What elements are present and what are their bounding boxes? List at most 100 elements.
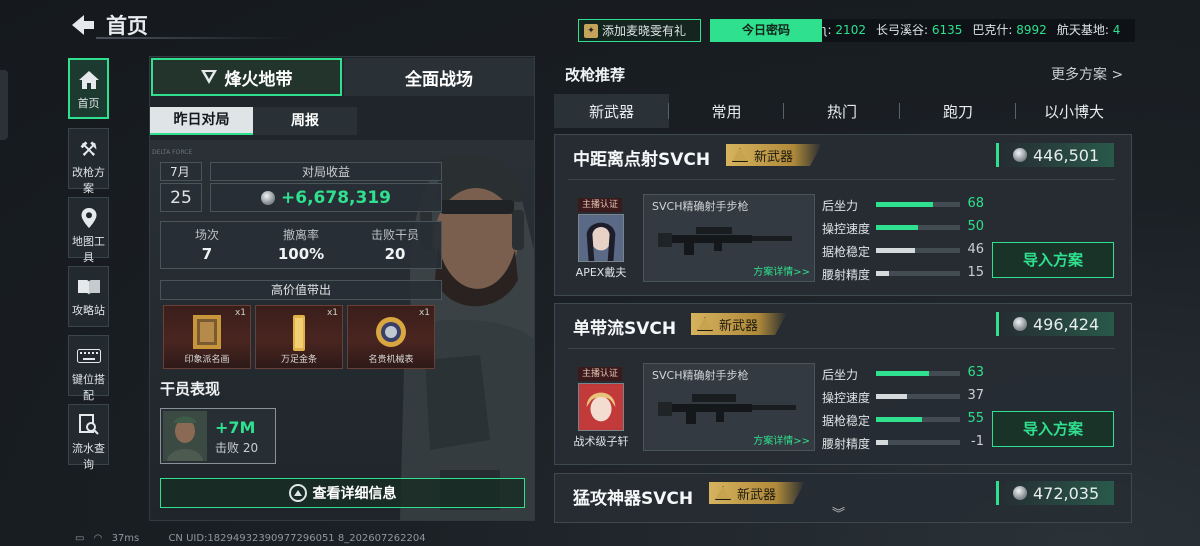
item-name: 万足金条 [280,355,317,365]
stat-track [876,371,960,376]
author-avatar[interactable] [578,214,624,262]
income-label: 对局收益 [210,162,442,181]
loot-item[interactable]: x1 名贵机械表 [347,305,435,369]
mode-emblem-icon [200,70,217,84]
loot-item[interactable]: x1 印象派名画 [163,305,251,369]
author-avatar[interactable] [578,383,624,431]
stat-track [876,202,960,207]
svg-text:DELTA FORCE: DELTA FORCE [152,149,192,156]
match-day: 25 [160,183,202,212]
sidebar-item-guide[interactable]: 攻略站 [68,266,109,327]
card-divider [568,348,1115,349]
item-name: 印象派名画 [184,355,230,365]
sidebar-item-gunmod[interactable]: ⚒ 改枪方案 [68,128,109,195]
detail-label: 查看详细信息 [312,486,397,502]
loot-item[interactable]: x1 万足金条 [255,305,343,369]
stat-track [876,440,960,445]
tag-label: 新武器 [737,487,777,503]
stat-value: 15 [967,265,984,280]
stat-fill [876,394,908,399]
stat-value: 7 [201,245,213,263]
promo-banner[interactable]: ✦ 添加麦晓雯有礼 [578,19,701,42]
tab-mode-hazard[interactable]: 烽火地带 [151,58,342,96]
sidebar-item-label: 首页 [77,97,100,110]
ping-value: 37ms [111,533,140,544]
stat-value: 50 [967,219,984,234]
stat-label: 后坐力 [822,199,859,213]
title-divider [96,37,292,39]
match-month: 7月 [160,162,202,181]
stat-fill [876,225,918,230]
plan-price: 446,501 [996,143,1114,167]
stat-value: 63 [967,365,984,380]
daily-password-button[interactable]: 今日密码 [710,19,822,42]
ticker-label: 巴克什: [972,23,1013,37]
section-title: 改枪推荐 [565,66,626,84]
stat-track [876,417,960,422]
tab-mode-warfare[interactable]: 全面战场 [344,58,534,96]
stat-track [876,248,960,253]
new-weapon-tag: 新武器 [726,144,822,166]
ticker-value: 8992 [1016,23,1047,37]
tab-new-weapon[interactable]: 新武器 [554,94,669,128]
stat-fill [876,371,929,376]
item-name: 名贵机械表 [368,355,414,365]
tools-icon: ⚒ [79,137,98,161]
promo-text: 添加麦晓雯有礼 [602,24,687,38]
tab-yesterday[interactable]: 昨日对局 [150,107,253,135]
streamer-badge: 主播认证 [578,198,622,212]
sidebar-item-map[interactable]: 地图工具 [68,197,109,264]
gold-bar-icon [293,315,305,351]
gun-preview[interactable]: SVCH精确射手步枪 方案详情>> [643,194,815,282]
stat-matches: 场次 7 [160,228,254,263]
stat-fill [876,202,934,207]
warning-triangle-icon [732,148,748,162]
plan-detail-link[interactable]: 方案详情>> [753,263,810,278]
stat-value: 55 [967,411,984,426]
item-count: x1 [418,308,430,318]
stat-fill [876,417,923,422]
tab-budget[interactable]: 以小博大 [1016,94,1132,128]
tab-run-knife[interactable]: 跑刀 [900,94,1016,128]
plan-detail-link[interactable]: 方案详情>> [753,432,810,447]
coin-icon [261,190,276,205]
tab-hot[interactable]: 热门 [784,94,900,128]
sidebar-item-home[interactable]: 首页 [68,58,109,119]
back-arrow-icon[interactable] [70,13,96,37]
map-pin-icon [77,206,101,230]
rifle-icon [658,227,792,255]
chevron-down-icon[interactable]: ︾ [832,503,845,522]
tab-weekly[interactable]: 周报 [253,107,357,135]
ticker-label: 航天基地: [1056,23,1109,37]
item-count: x1 [234,308,246,318]
plan-price: 472,035 [996,481,1114,505]
ticker-value: 2102 [835,23,866,37]
edge-handle[interactable] [0,70,8,140]
arrow-up-icon [288,484,307,502]
stat-value: -1 [971,434,984,449]
stat-label: 腰射精度 [822,437,871,451]
stat-fill [876,271,889,276]
stat-label: 操控速度 [822,391,871,405]
stat-label: 后坐力 [822,368,859,382]
coin-icon [1013,486,1027,500]
gun-preview[interactable]: SVCH精确射手步枪 方案详情>> [643,363,815,451]
import-plan-button[interactable]: 导入方案 [992,242,1114,278]
operator-kills: 击败 20 [215,441,259,455]
more-plans-link[interactable]: 更多方案 > [1051,64,1123,84]
weapon-tabs: 新武器 常用 热门 跑刀 以小博大 [554,94,1132,128]
stat-label: 操控速度 [822,222,871,236]
password-ticker: ʅ: 2102 长弓溪谷: 6135 巴克什: 8992 航天基地: 4 [822,19,1135,42]
sidebar-item-keymap[interactable]: 键位搭配 [68,335,109,402]
operator-performance-title: 干员表现 [160,380,221,398]
view-details-button[interactable]: 查看详细信息 [160,478,525,508]
plan-name: 中距离点射SVCH [573,150,711,170]
card-divider [568,179,1115,180]
sidebar-item-flow[interactable]: 流水查询 [68,404,109,471]
plan-name: 猛攻神器SVCH [573,489,694,509]
status-footer: ▭ ◠ 37ms CN UID:18294932390977296051 8_2… [75,533,426,544]
import-plan-button[interactable]: 导入方案 [992,411,1114,447]
battery-icon: ▭ [75,533,85,544]
income-value: +6,678,319 [210,183,442,212]
tab-common[interactable]: 常用 [669,94,784,128]
